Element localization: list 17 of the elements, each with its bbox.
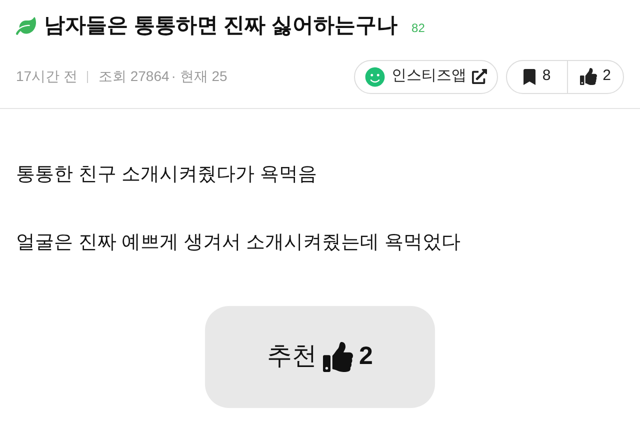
app-button[interactable]: 인스티즈앱 [354,60,498,94]
body-text: 얼굴은 진짜 예쁘게 생겨서 소개시켜줬는데 욕먹었다 [16,231,462,255]
thumbs-up-icon [323,342,354,372]
bookmark-button[interactable]: 8 [507,60,568,92]
view-count: 조회 27864 [98,67,170,86]
bookmark-icon [523,68,536,84]
current-viewers: · 현재 25 [171,67,228,86]
thumbs-up-icon [580,68,597,85]
smile-icon [365,66,386,86]
body-text: 통통한 친구 소개시켜줬다가 욕먹음 [16,162,318,186]
recommend-button[interactable]: 추천 2 [205,306,435,408]
comment-count: 82 [412,20,425,37]
like-button[interactable]: 2 [568,60,623,92]
leaf-icon [16,16,36,36]
post-time: 17시간 전 [16,67,78,86]
post-title: 남자들은 통통하면 진짜 싫어하는구나 [44,13,398,39]
external-link-icon [472,69,488,84]
